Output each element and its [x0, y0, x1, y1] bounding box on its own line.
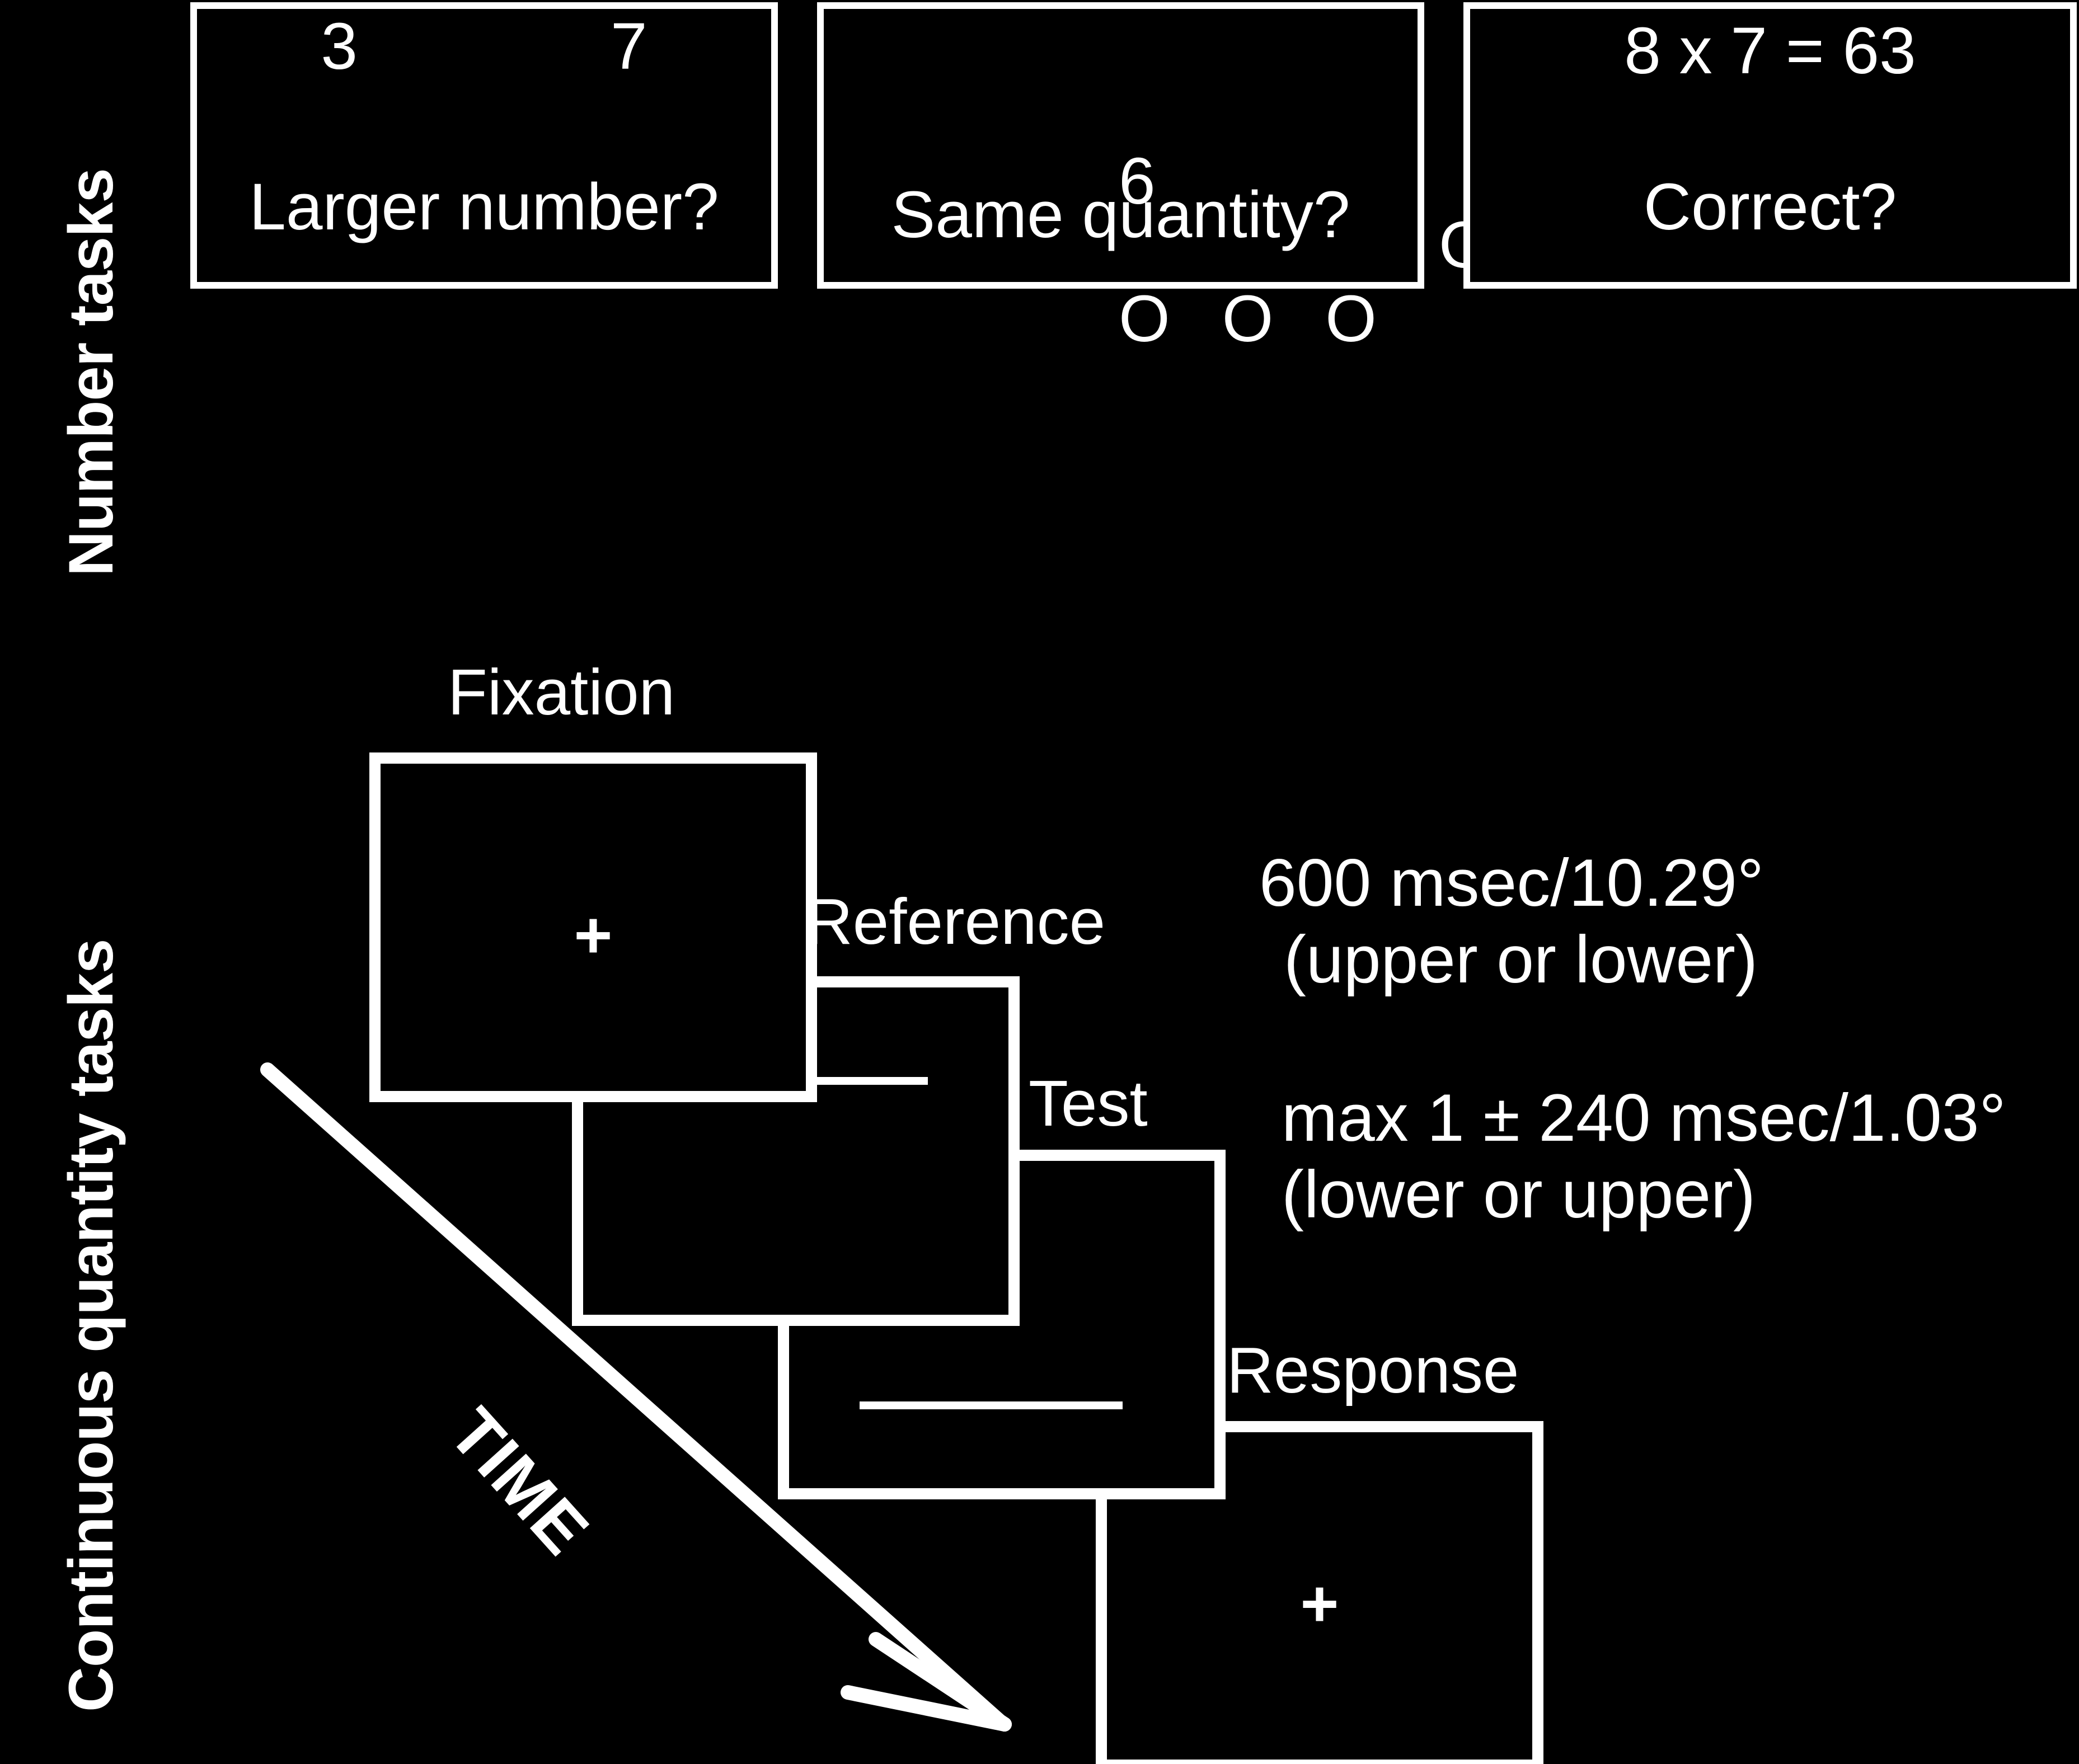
- frame-label-reference: Reference: [806, 885, 1106, 958]
- prompt-text: Correct?: [1643, 170, 1897, 244]
- frame-label-fixation: Fixation: [448, 656, 675, 728]
- timing-note-duration: 600 msec/10.29°: [1259, 845, 1764, 920]
- timing-note-reference: 600 msec/10.29° (upper or lower): [1259, 845, 1764, 998]
- fixation-cross-icon: +: [574, 899, 613, 972]
- number-task-panel-quantity: 6 O O O O O Same quantity?: [817, 2, 1593, 353]
- figure-canvas: Number tasks Continuous quantity tasks 3…: [0, 0, 2079, 1764]
- timing-note-test: max 1 ± 240 msec/1.03° (lower or upper): [1282, 1080, 2006, 1233]
- row-label-number-tasks: Number tasks: [56, 168, 126, 576]
- row-label-continuous-quantity-tasks: Continuous quantity tasks: [56, 939, 126, 1712]
- stimulus-text: 8 x 7 = 63: [1624, 14, 1916, 88]
- timing-note-duration: max 1 ± 240 msec/1.03°: [1282, 1080, 2006, 1155]
- prompt-text: Larger number?: [249, 170, 719, 244]
- frame-label-test: Test: [1029, 1067, 1148, 1140]
- frame-label-response: Response: [1227, 1334, 1519, 1407]
- prompt-text: Same quantity?: [891, 178, 1350, 252]
- stimulus-text: 3 7: [321, 10, 674, 83]
- test-line-stimulus: [860, 1401, 1123, 1409]
- trial-frame-fixation: +: [369, 752, 817, 1102]
- response-cross-icon: +: [1300, 1567, 1339, 1641]
- number-task-panel-arithmetic: 8 x 7 = 63 Correct?: [1463, 2, 2077, 289]
- timing-note-position: (lower or upper): [1282, 1156, 1756, 1232]
- number-task-panel-comparison: 3 7 Larger number?: [190, 2, 778, 289]
- timing-note-position: (upper or lower): [1284, 921, 1758, 997]
